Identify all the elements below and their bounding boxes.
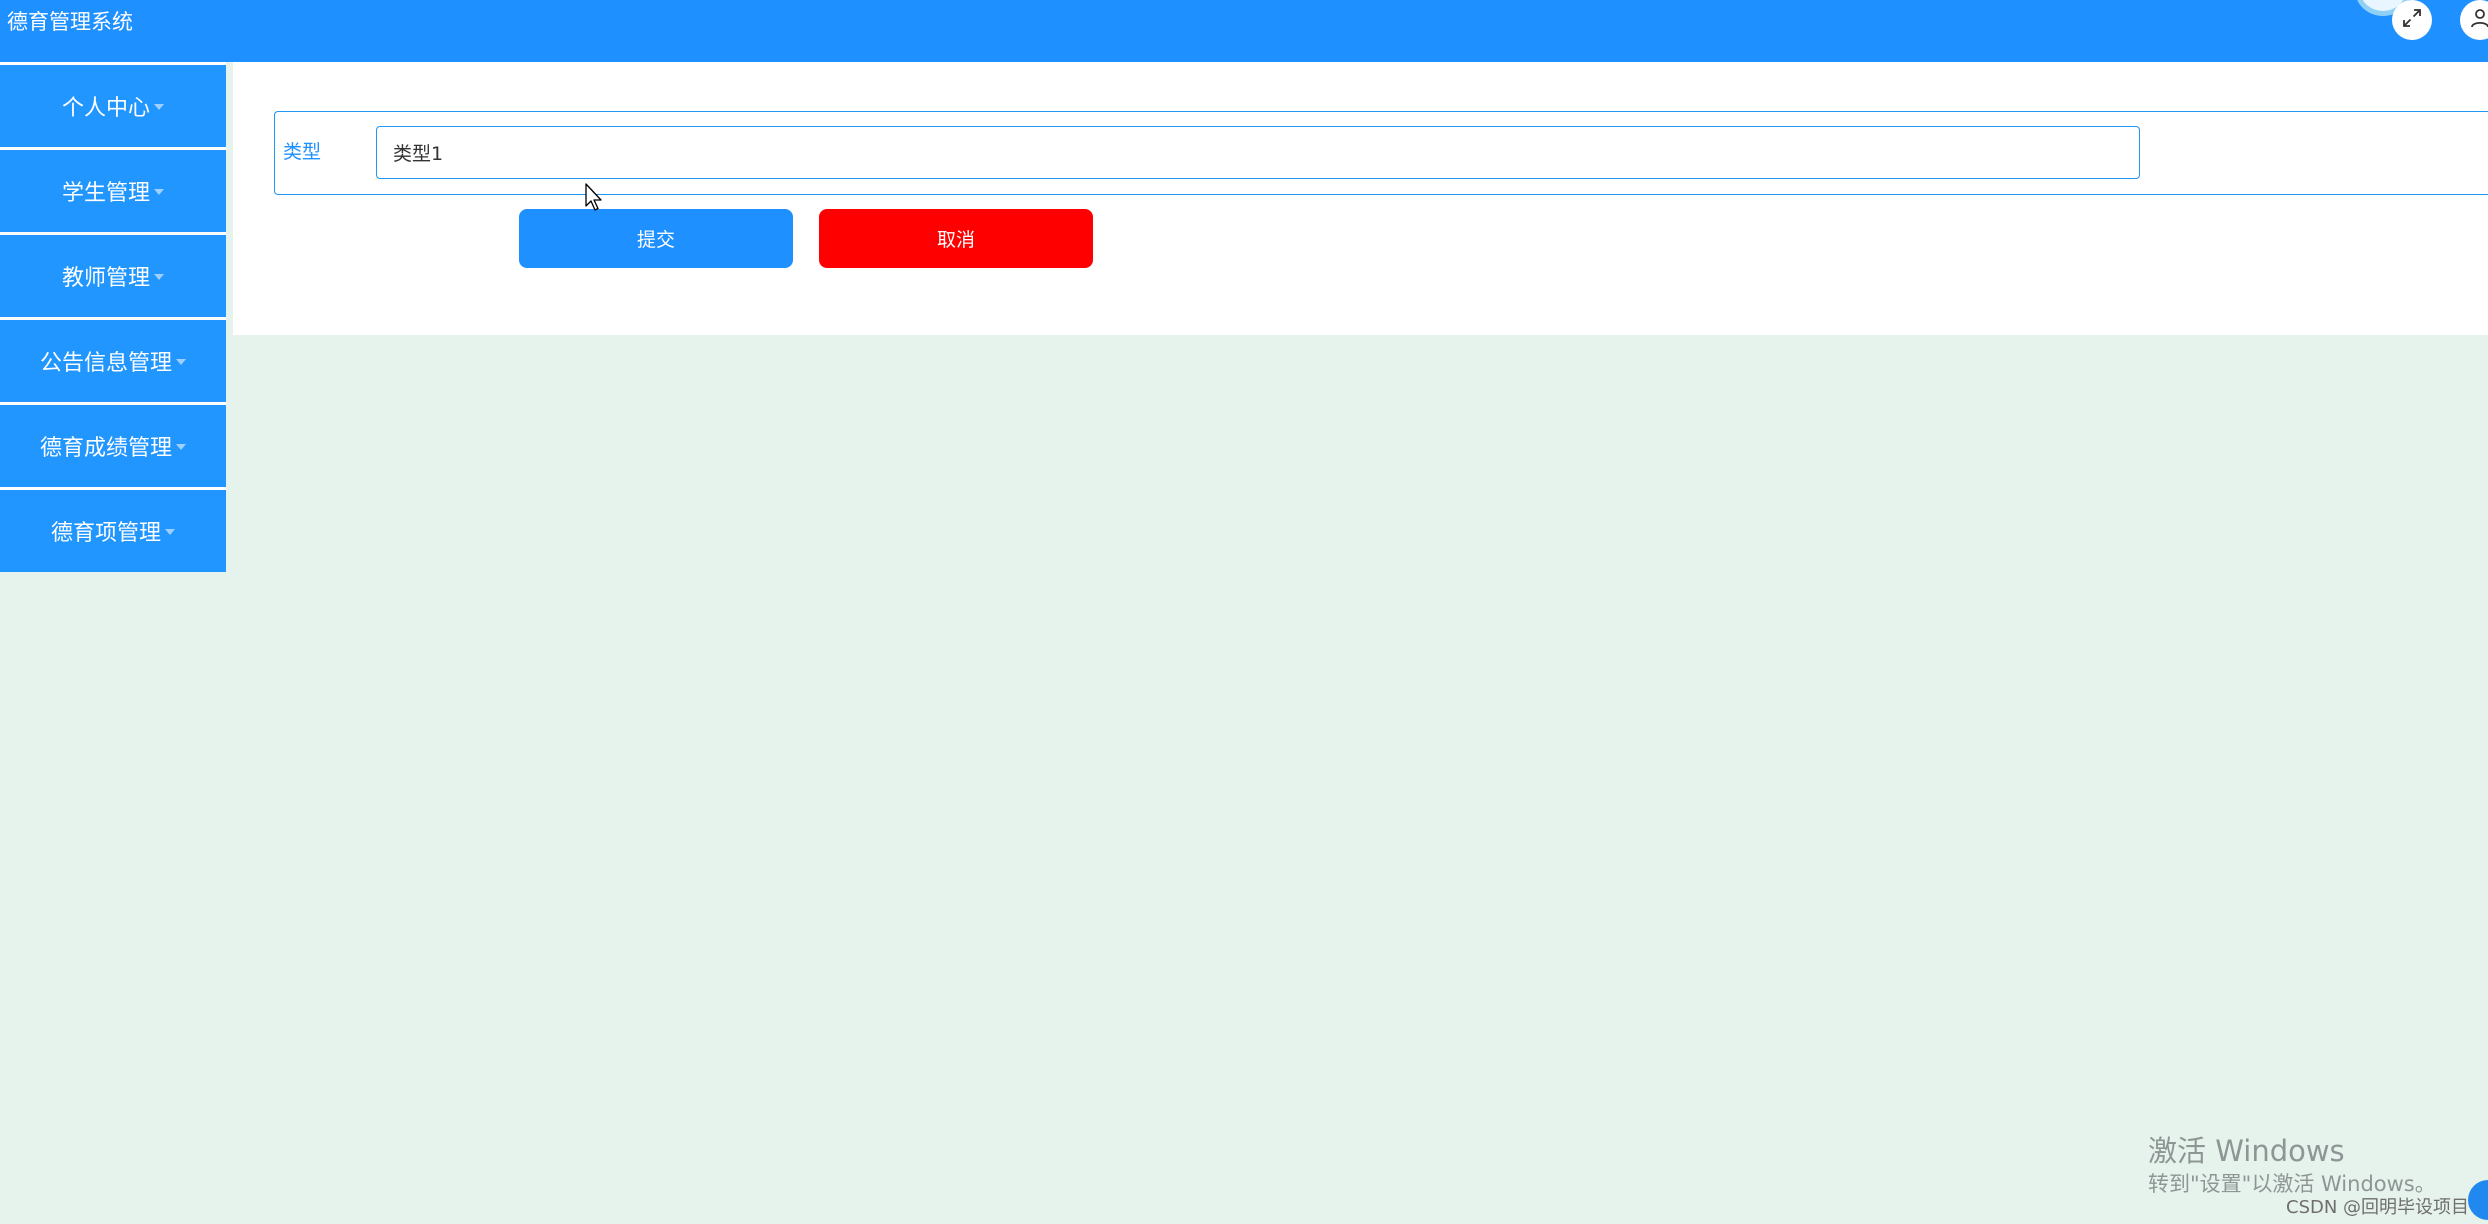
sidebar-item-label: 德育成绩管理	[39, 436, 172, 461]
sidebar-item-student-management[interactable]: 学生管理	[0, 150, 226, 232]
windows-activation-title: 激活 Windows	[2148, 1134, 2345, 1168]
sidebar-item-announcement-management[interactable]: 公告信息管理	[0, 320, 226, 402]
corner-badge	[2468, 1180, 2488, 1220]
submit-button[interactable]: 提交	[519, 209, 793, 268]
caret-down-icon	[154, 104, 164, 110]
mouse-cursor-icon	[585, 183, 605, 217]
type-input[interactable]	[376, 126, 2140, 179]
sidebar-item-label: 公告信息管理	[39, 351, 172, 376]
sidebar-item-personal-center[interactable]: 个人中心	[0, 65, 226, 147]
sidebar-item-label: 学生管理	[61, 181, 150, 206]
caret-down-icon	[154, 274, 164, 280]
caret-down-icon	[176, 444, 186, 450]
sidebar-item-moral-score-management[interactable]: 德育成绩管理	[0, 405, 226, 487]
csdn-watermark: CSDN @回明毕设项目	[2286, 1197, 2470, 1218]
fullscreen-icon	[2401, 7, 2423, 33]
app-title: 德育管理系统	[7, 10, 133, 34]
cancel-button[interactable]: 取消	[819, 209, 1093, 268]
sidebar-item-label: 德育项管理	[50, 521, 161, 546]
fullscreen-button[interactable]	[2392, 0, 2432, 40]
sidebar-item-label: 个人中心	[61, 96, 150, 121]
type-label: 类型	[283, 141, 322, 163]
caret-down-icon	[154, 189, 164, 195]
sidebar-item-label: 教师管理	[61, 266, 150, 291]
main-panel	[233, 62, 2488, 335]
sidebar: 个人中心 学生管理 教师管理 公告信息管理 德育成绩管理 德育项管理	[0, 62, 226, 572]
caret-down-icon	[165, 529, 175, 535]
sidebar-item-moral-item-management[interactable]: 德育项管理	[0, 490, 226, 572]
user-icon	[2469, 7, 2488, 33]
caret-down-icon	[176, 359, 186, 365]
sidebar-item-teacher-management[interactable]: 教师管理	[0, 235, 226, 317]
top-bar: 德育管理系统	[0, 0, 2488, 62]
